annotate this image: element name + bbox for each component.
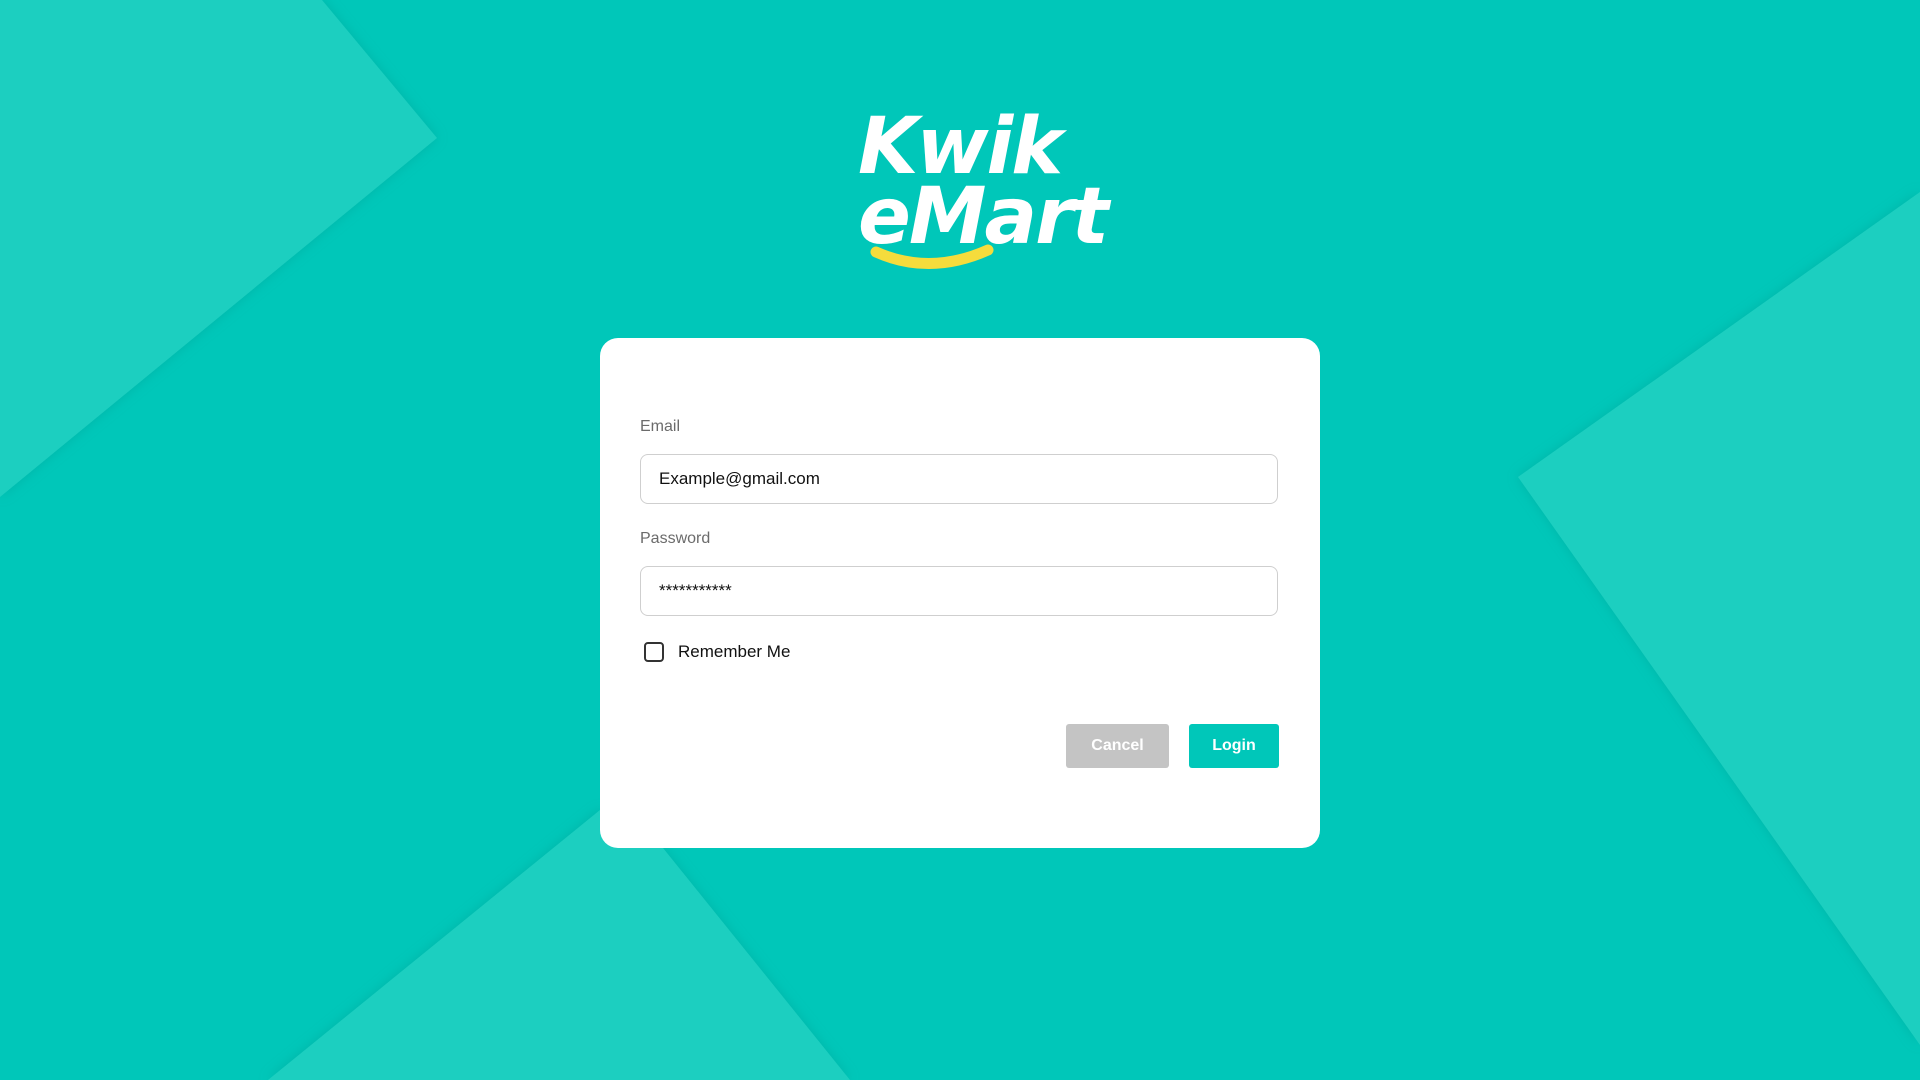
password-label: Password	[640, 530, 711, 547]
bg-shape-top-left	[0, 0, 437, 497]
bg-shape-right	[1518, 192, 1920, 1045]
bg-shape-bottom	[268, 810, 850, 1080]
remember-me-label: Remember Me	[678, 642, 791, 661]
smile-icon	[870, 244, 994, 269]
kwik-emart-logo: Kwik eMart	[858, 108, 1109, 288]
login-screen: Kwik eMart Email Password Remember Me Ca…	[0, 0, 1920, 1080]
cancel-button[interactable]: Cancel	[1066, 724, 1169, 768]
email-label: Email	[640, 418, 681, 435]
login-button[interactable]: Login	[1189, 724, 1279, 768]
login-card: Email Password Remember Me Cancel Login	[600, 338, 1320, 848]
remember-me-option[interactable]: Remember Me	[644, 642, 790, 662]
email-field[interactable]	[640, 454, 1278, 504]
remember-me-checkbox[interactable]	[644, 642, 664, 662]
password-field[interactable]	[640, 566, 1278, 616]
